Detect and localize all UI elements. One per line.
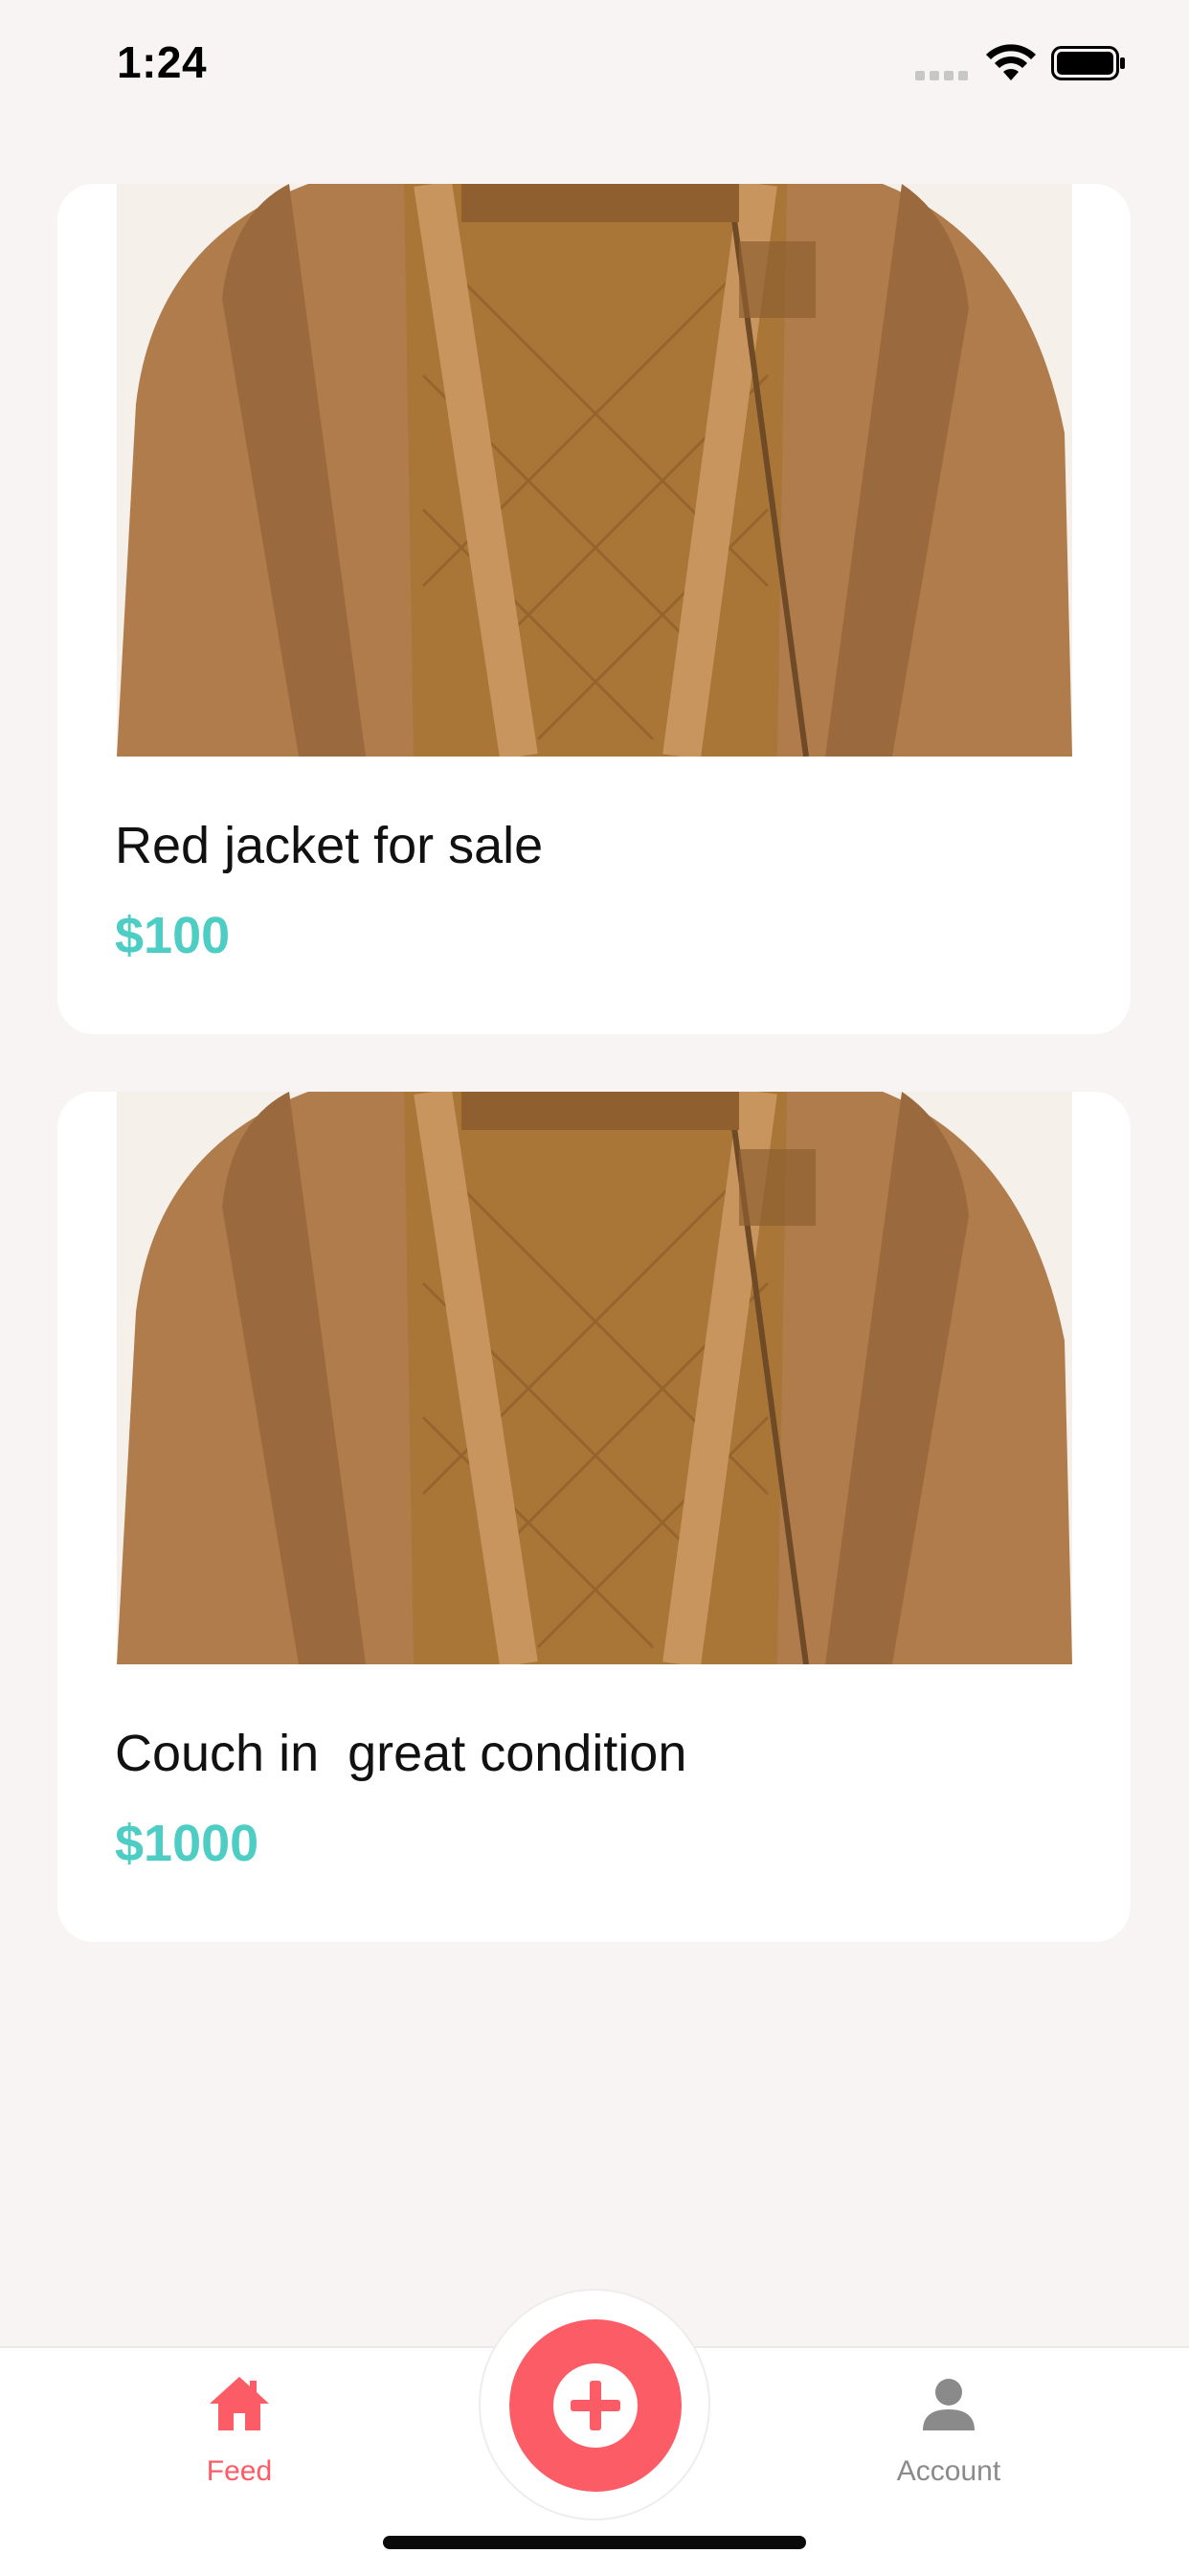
- listing-price: $100: [115, 907, 231, 964]
- add-listing-button-wrap: [479, 2289, 710, 2520]
- wifi-icon: [986, 44, 1036, 80]
- cellular-signal-icon: [915, 71, 968, 80]
- tab-account-label: Account: [896, 2455, 1001, 2487]
- listing-card[interactable]: Red jacket for sale $100: [57, 184, 1131, 1034]
- status-bar: 1:24: [0, 0, 1189, 124]
- tab-feed-label: Feed: [206, 2455, 273, 2487]
- listing-image: [117, 184, 1072, 757]
- person-icon: [923, 2379, 975, 2430]
- listing-price: $1000: [115, 1815, 259, 1872]
- tab-feed[interactable]: Feed: [124, 2371, 354, 2488]
- status-time: 1:24: [117, 37, 208, 87]
- listing-title: Couch in great condition: [115, 1725, 687, 1782]
- listing-title: Red jacket for sale: [115, 817, 544, 874]
- tab-account[interactable]: Account: [834, 2371, 1064, 2488]
- listing-card[interactable]: Couch in great condition $1000: [57, 1092, 1131, 1942]
- plus-circle-icon: [553, 2363, 638, 2448]
- listing-image: [117, 1092, 1072, 1664]
- home-icon: [210, 2377, 269, 2430]
- add-listing-button[interactable]: [509, 2319, 682, 2492]
- battery-icon: [1051, 46, 1125, 80]
- home-indicator[interactable]: [383, 2536, 806, 2549]
- listings-feed: Red jacket for sale $100 Couch in great …: [57, 184, 1131, 2000]
